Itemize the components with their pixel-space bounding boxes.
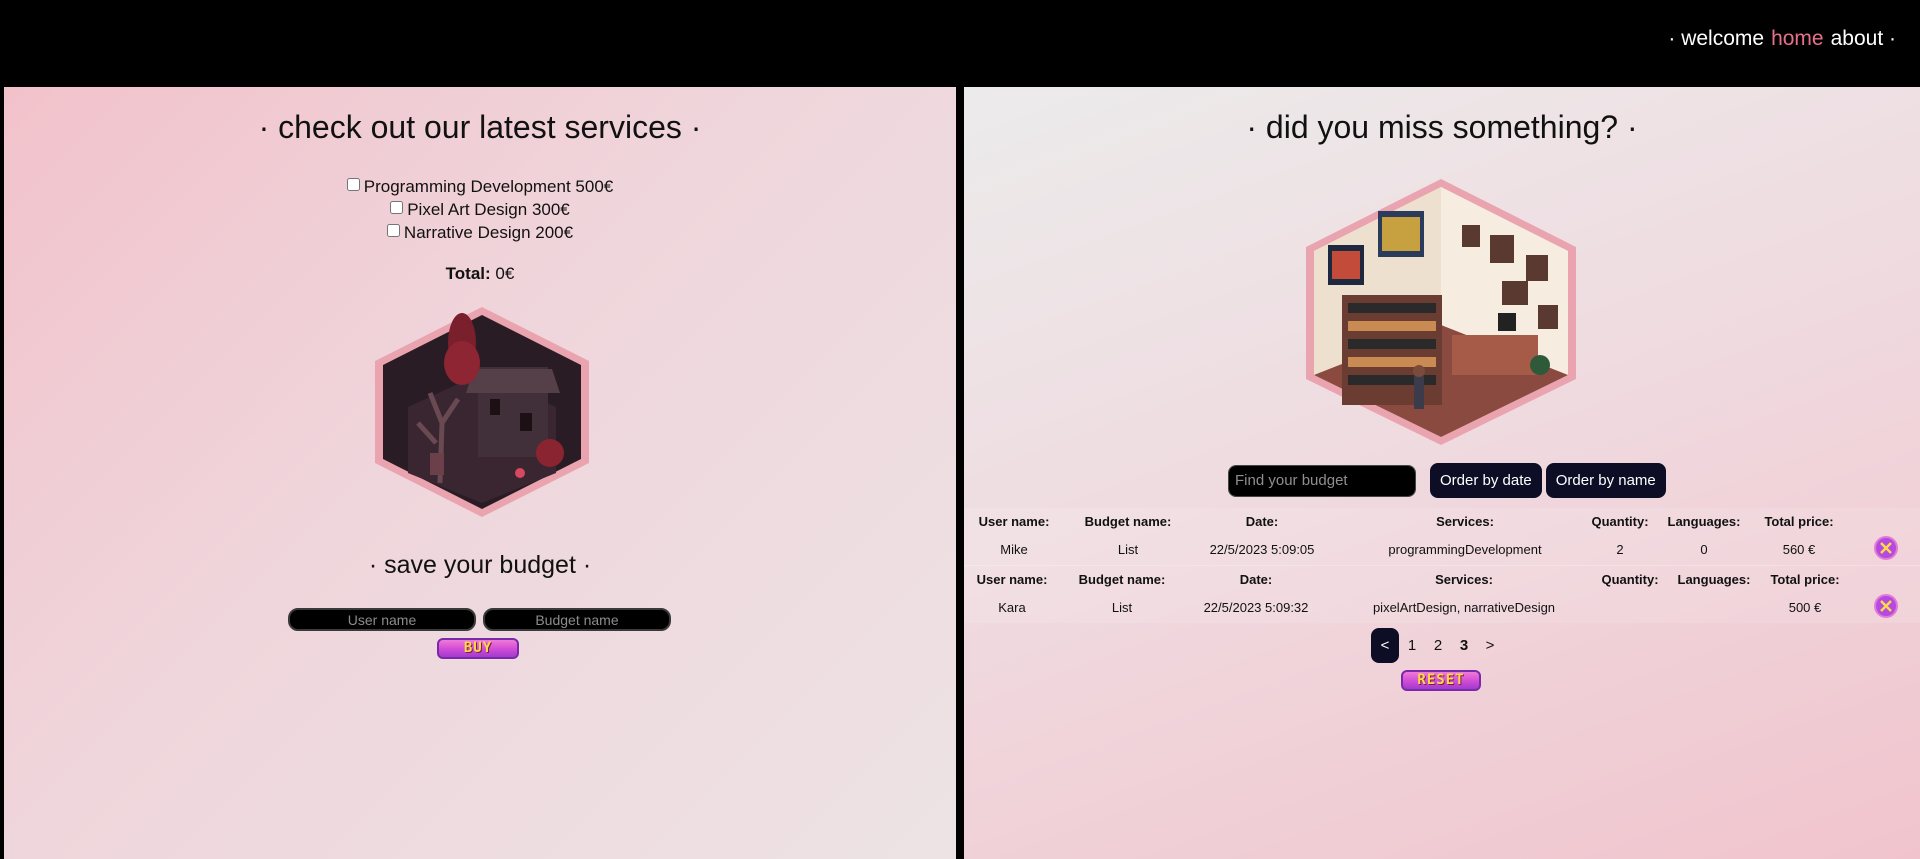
header-languages: Languages:: [1677, 572, 1751, 587]
header-total-price: Total price:: [1770, 572, 1840, 587]
search-box: [1228, 464, 1416, 497]
close-icon: [1880, 542, 1892, 554]
programming-checkbox[interactable]: [346, 178, 360, 191]
prev-page-button[interactable]: <: [1371, 628, 1399, 663]
reset-button[interactable]: RESET: [1401, 670, 1481, 691]
library-room-illustration: [1302, 175, 1580, 449]
services-list: Programming Development 500€ Pixel Art D…: [4, 175, 956, 244]
main-nav: · welcome home about ·: [1668, 27, 1896, 51]
cell-budget-name: List: [1117, 542, 1139, 557]
page-3-button[interactable]: 3: [1451, 628, 1477, 663]
nav-home-link[interactable]: home: [1771, 27, 1824, 51]
budget-controls: Order by date Order by name: [1228, 463, 1666, 498]
budgets-title: · did you miss something? ·: [1246, 109, 1638, 145]
header-total-price: Total price:: [1764, 514, 1834, 529]
close-icon: [1880, 600, 1892, 612]
page-1-button[interactable]: 1: [1399, 628, 1425, 663]
order-by-date-button[interactable]: Order by date: [1430, 463, 1542, 498]
service-label: Pixel Art Design 300€: [407, 200, 570, 219]
total-line: Total: 0€: [4, 264, 956, 284]
save-budget-title: · save your budget ·: [368, 551, 592, 579]
cell-services: pixelArtDesign, narrativeDesign: [1372, 600, 1556, 615]
cell-languages: 0: [1700, 542, 1708, 557]
total-label: Total:: [445, 264, 491, 283]
service-label: Programming Development 500€: [363, 177, 614, 196]
budgets-table: User name: Budget name: Date: Services: …: [964, 508, 1920, 623]
nav-about-link[interactable]: about ·: [1831, 27, 1896, 51]
header-date: Date:: [1245, 514, 1279, 529]
header-user-name: User name:: [978, 514, 1050, 529]
buy-button[interactable]: BUY: [437, 638, 519, 659]
budget-name-input[interactable]: [483, 608, 671, 631]
budgets-panel: · did you miss something? · Find your bu…: [964, 87, 1920, 859]
cell-total-price: 560 €: [1782, 542, 1816, 557]
header-services: Services:: [1435, 572, 1493, 587]
service-pixel-art[interactable]: Pixel Art Design 300€: [4, 198, 956, 221]
pixel-art-checkbox[interactable]: [390, 201, 404, 214]
services-panel: · check out our latest services · Progra…: [4, 87, 956, 859]
cell-services: programmingDevelopment: [1388, 542, 1542, 557]
page-2-button[interactable]: 2: [1425, 628, 1451, 663]
nav-welcome-link[interactable]: · welcome: [1668, 27, 1764, 51]
service-programming[interactable]: Programming Development 500€: [4, 175, 956, 198]
header-user-name: User name:: [976, 572, 1048, 587]
cell-total-price: 500 €: [1788, 600, 1822, 615]
delete-budget-button[interactable]: [1874, 536, 1898, 560]
search-input[interactable]: [1229, 465, 1415, 496]
table-row: User name: Budget name: Date: Services: …: [964, 508, 1920, 565]
narrative-checkbox[interactable]: [386, 224, 400, 237]
total-value: 0€: [495, 264, 515, 283]
cell-user-name: Kara: [998, 600, 1026, 615]
order-by-name-button[interactable]: Order by name: [1545, 463, 1666, 498]
header-quantity: Quantity:: [1601, 572, 1659, 587]
cell-budget-name: List: [1111, 600, 1133, 615]
service-narrative[interactable]: Narrative Design 200€: [4, 221, 956, 244]
cell-user-name: Mike: [1000, 542, 1028, 557]
header-services: Services:: [1436, 514, 1494, 529]
delete-budget-button[interactable]: [1874, 594, 1898, 618]
top-navbar: · welcome home about ·: [0, 0, 1920, 86]
services-title: · check out our latest services ·: [258, 109, 702, 145]
service-label: Narrative Design 200€: [403, 223, 574, 242]
header-budget-name: Budget name:: [1084, 514, 1172, 529]
cell-date: 22/5/2023 5:09:05: [1209, 542, 1315, 557]
header-date: Date:: [1239, 572, 1273, 587]
table-row: User name: Budget name: Date: Services: …: [964, 565, 1920, 623]
haunted-house-illustration: [370, 303, 594, 521]
header-quantity: Quantity:: [1591, 514, 1649, 529]
save-budget-form: [288, 608, 671, 631]
user-name-input[interactable]: [288, 608, 476, 631]
cell-quantity: 2: [1616, 542, 1624, 557]
header-budget-name: Budget name:: [1078, 572, 1166, 587]
next-page-button[interactable]: >: [1477, 628, 1503, 663]
pagination: < 1 2 3 >: [1371, 628, 1503, 663]
header-languages: Languages:: [1667, 514, 1741, 529]
cell-date: 22/5/2023 5:09:32: [1203, 600, 1309, 615]
